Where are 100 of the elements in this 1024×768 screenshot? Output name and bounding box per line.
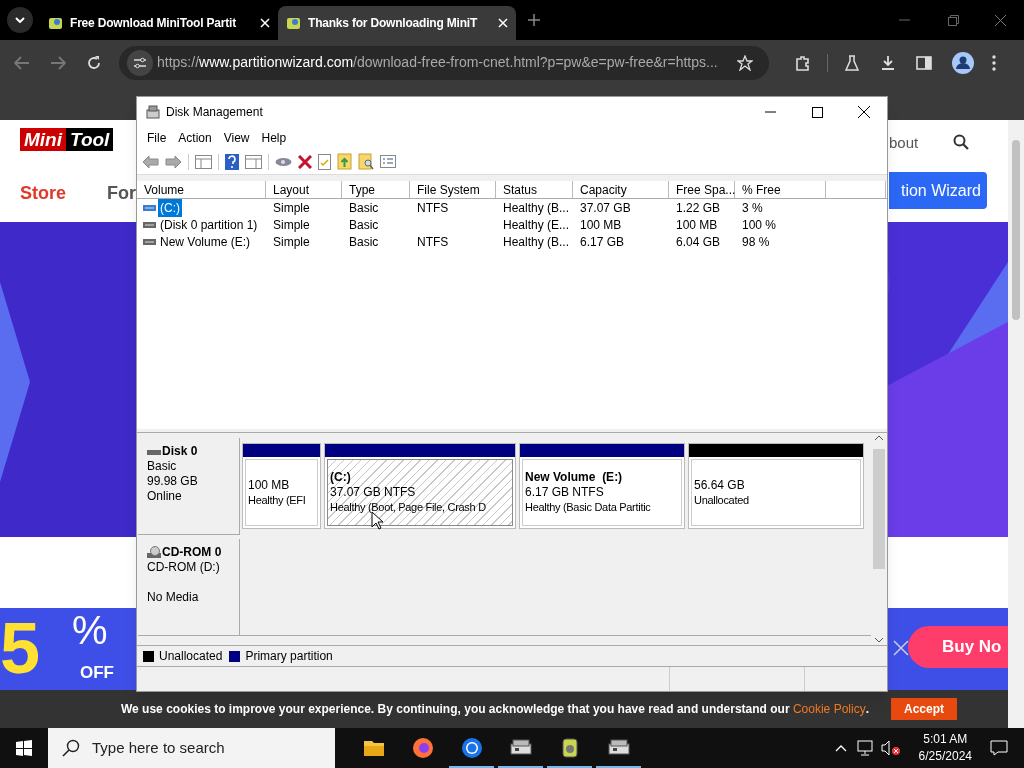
menu-icon[interactable] <box>992 54 996 71</box>
accept-button[interactable]: Accept <box>891 698 957 720</box>
back-icon[interactable] <box>142 154 159 169</box>
scroll-down-icon[interactable] <box>875 638 883 643</box>
back-icon[interactable] <box>14 55 30 70</box>
column-header[interactable]: Free Spa... <box>669 181 735 198</box>
partition-status: Unallocated <box>694 492 750 508</box>
clock-date[interactable]: 6/25/2024 <box>918 748 972 765</box>
disk-name[interactable]: CD-ROM 0 <box>162 545 222 560</box>
panel-icon[interactable] <box>195 154 212 169</box>
table-cell: Basic <box>349 234 379 249</box>
notification-icon[interactable] <box>990 740 1008 756</box>
partition-label: New Volume (E:) <box>525 470 624 485</box>
taskbar-search-field[interactable]: Type here to search <box>48 728 335 768</box>
column-header[interactable]: Volume <box>137 181 266 198</box>
search-icon[interactable] <box>953 134 969 150</box>
folder-up-icon[interactable] <box>337 153 352 170</box>
download-button[interactable]: tion Wizard <box>889 172 987 209</box>
network-icon[interactable] <box>856 740 875 756</box>
column-header[interactable]: Capacity <box>573 181 669 198</box>
muted-speaker-icon[interactable] <box>880 740 901 756</box>
nav-link[interactable]: bout <box>889 132 919 155</box>
cookie-policy-link[interactable]: Cookie Policy <box>792 702 866 716</box>
disk-info: CD-ROM (D:) <box>147 560 221 575</box>
table-cell: 37.07 GB <box>580 200 631 215</box>
nav-link[interactable]: Store <box>20 180 66 207</box>
site-info-icon[interactable] <box>127 49 153 76</box>
close-icon[interactable] <box>858 106 870 118</box>
cursor-icon <box>371 511 383 530</box>
table-cell: 98 % <box>742 234 770 249</box>
column-header[interactable]: Layout <box>266 181 342 198</box>
table-cell: NTFS <box>417 234 449 249</box>
partition-status: Healthy (Basic Data Partitic <box>525 500 652 515</box>
new-tab-icon[interactable] <box>528 14 540 26</box>
maximize-icon[interactable] <box>812 106 823 118</box>
delete-icon[interactable] <box>298 154 312 169</box>
partition[interactable]: 56.64 GB Unallocated <box>688 443 864 529</box>
windows-start-icon[interactable] <box>16 740 32 756</box>
scroll-up-icon[interactable] <box>875 435 883 440</box>
table-cell: 3 % <box>742 200 763 215</box>
table-cell[interactable]: New Volume (E:) <box>158 232 253 251</box>
tab-list-button[interactable] <box>7 7 33 33</box>
ad-text: % <box>72 608 108 652</box>
address-bar[interactable]: https://www.partitionwizard.com/download-free-from-cnet.html?p=pw&e=pw-free&r=https... <box>119 45 769 80</box>
column-header[interactable]: Status <box>496 181 573 198</box>
table-cell: 6.04 GB <box>676 234 721 249</box>
forward-icon[interactable] <box>50 55 66 70</box>
menu-item[interactable]: File <box>141 129 173 147</box>
nav-link[interactable]: For <box>107 180 136 207</box>
document-check-icon[interactable] <box>318 153 331 170</box>
profile-icon[interactable] <box>952 51 974 74</box>
chevron-up-icon[interactable] <box>834 744 847 752</box>
side-panel-icon[interactable] <box>916 55 932 70</box>
browser-tab[interactable]: Thanks for Downloading MiniT <box>278 6 516 40</box>
chrome-icon[interactable] <box>459 736 484 760</box>
partition-size: 56.64 GB <box>694 477 746 493</box>
table-cell: Simple <box>273 234 310 249</box>
table-cell: 100 MB <box>580 217 622 232</box>
menu-item[interactable]: Action <box>172 129 218 147</box>
legend-label: Primary partition <box>245 648 333 665</box>
folder-search-icon[interactable] <box>358 153 374 170</box>
clock-time[interactable]: 5:01 AM <box>923 731 968 748</box>
partition-status: Healthy (EFI <box>248 492 307 508</box>
disk-name[interactable]: Disk 0 <box>162 444 198 459</box>
partition-size: 37.07 GB NTFS <box>330 485 417 500</box>
reload-icon[interactable] <box>86 54 102 71</box>
flask-icon[interactable] <box>844 54 860 71</box>
ad-text: OFF <box>80 662 114 684</box>
partition-size: 6.17 GB NTFS <box>525 485 605 500</box>
favicon-icon <box>48 15 64 31</box>
partition[interactable]: New Volume (E:) 6.17 GB NTFS Healthy (Basic Data Partitic <box>519 443 685 529</box>
partition[interactable]: (C:) 37.07 GB NTFS Healthy (Boot, Page File, Crash D <box>324 443 516 529</box>
table-cell[interactable]: (Disk 0 partition 1) <box>158 215 260 234</box>
restore-icon[interactable] <box>948 14 959 26</box>
forward-icon[interactable] <box>165 154 182 169</box>
scrollbar[interactable] <box>871 433 887 645</box>
favicon-icon <box>286 15 302 31</box>
table-cell: Healthy (E... <box>503 217 570 232</box>
disk-info: Basic <box>147 459 178 474</box>
extensions-icon[interactable] <box>795 54 811 71</box>
table-cell: 1.22 GB <box>676 200 721 215</box>
chevron-down-icon <box>15 17 25 23</box>
partition[interactable]: 100 MB Healthy (EFI <box>242 443 321 529</box>
firefox-icon[interactable] <box>410 736 435 760</box>
list-icon[interactable] <box>380 155 396 168</box>
url-text: https://www.partitionwizard.com/download-free-from-cnet.html?p=pw&e=pw-free&r=https... <box>157 53 719 72</box>
help-icon[interactable] <box>225 153 239 170</box>
browser-tab[interactable]: Free Download MiniTool Partit <box>40 6 278 40</box>
panel-icon[interactable] <box>245 154 262 169</box>
table-cell: Healthy (B... <box>503 234 570 249</box>
column-header[interactable]: Type <box>342 181 410 198</box>
column-header[interactable]: File System <box>410 181 496 198</box>
menu-item[interactable]: View <box>217 129 256 147</box>
menu-item[interactable]: Help <box>255 129 293 147</box>
star-icon[interactable] <box>737 54 753 71</box>
partition-status: Healthy (Boot, Page File, Crash D <box>330 500 487 515</box>
column-header[interactable]: % Free <box>735 181 826 198</box>
scrollbar[interactable] <box>1008 120 1024 728</box>
search-icon <box>62 739 80 757</box>
download-icon[interactable] <box>880 54 896 71</box>
